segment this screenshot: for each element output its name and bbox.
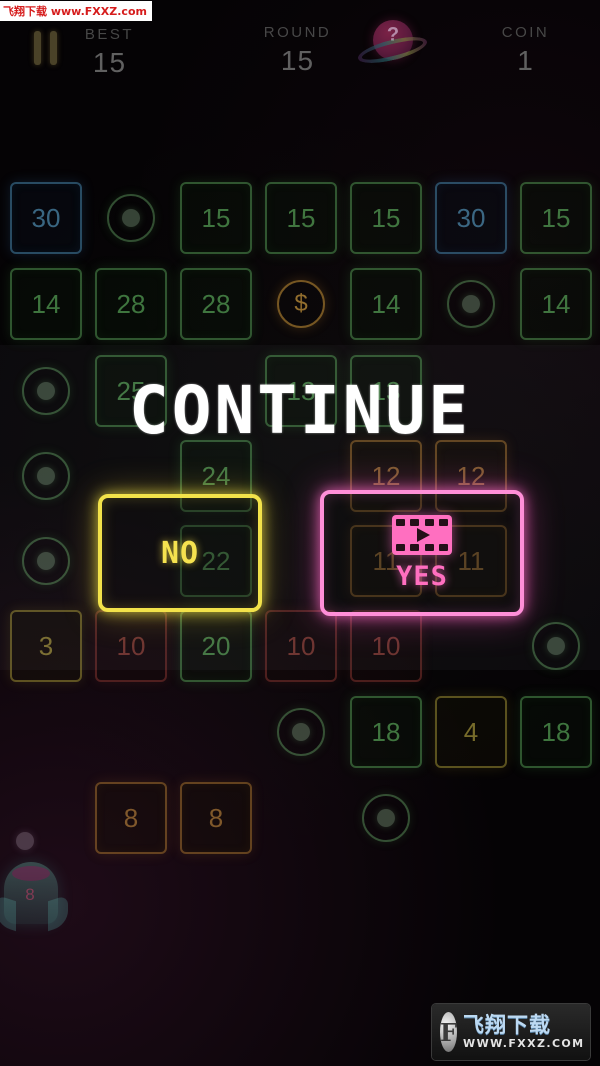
no-button-label: NO bbox=[160, 535, 200, 571]
watermark-brand: 飞翔下载 bbox=[463, 1013, 552, 1038]
watermark-bottom: F 飞翔下载 WWW.FXXZ.COM bbox=[432, 1004, 590, 1060]
play-triangle-icon bbox=[417, 527, 430, 542]
yes-button-label: YES bbox=[396, 560, 448, 592]
no-button[interactable]: NO bbox=[98, 494, 262, 612]
continue-title: CONTINUE bbox=[129, 372, 471, 449]
watermark-logo-icon: F bbox=[440, 1012, 458, 1052]
video-play-icon bbox=[392, 514, 452, 555]
film-perforations-top bbox=[396, 518, 448, 526]
continue-dialog: CONTINUE NO YES bbox=[0, 0, 600, 1066]
yes-button[interactable]: YES bbox=[320, 490, 524, 616]
watermark-text: 飞翔下载 WWW.FXXZ.COM bbox=[463, 1014, 584, 1050]
film-perforations-bottom bbox=[396, 543, 448, 551]
game-stage: BEST 15 ROUND 15 ? COIN 1 30 15 15 15 30 15 14… bbox=[0, 0, 600, 1066]
watermark-top: 飞翔下载 www.FXXZ.com bbox=[0, 1, 152, 21]
watermark-url: WWW.FXXZ.COM bbox=[463, 1037, 585, 1051]
